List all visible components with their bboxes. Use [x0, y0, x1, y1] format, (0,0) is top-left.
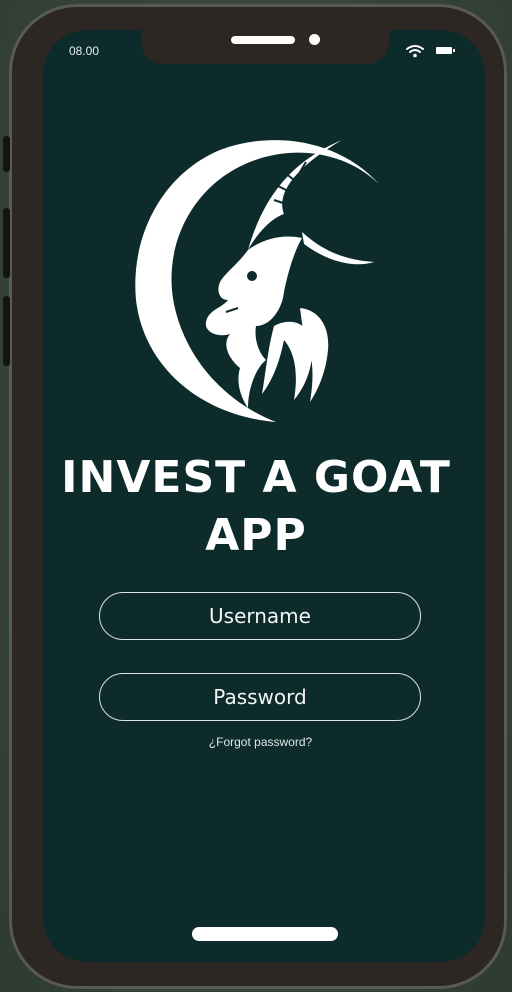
speaker-grille: [231, 36, 295, 44]
front-camera: [309, 34, 320, 45]
side-button-mute: [3, 136, 10, 172]
app-title-line-1: INVEST A GOAT: [61, 452, 451, 503]
password-field[interactable]: [99, 673, 421, 721]
app-title-line-2: APP: [205, 510, 307, 561]
goat-head-logo: [135, 140, 379, 422]
forgot-password-link[interactable]: ¿Forgot password?: [0, 735, 512, 749]
home-indicator[interactable]: [192, 927, 338, 941]
wifi-icon: [406, 45, 424, 58]
username-field[interactable]: [99, 592, 421, 640]
side-button-volume-up: [3, 208, 10, 278]
side-button-volume-down: [3, 296, 10, 366]
status-time: 08.00: [69, 44, 100, 58]
battery-icon: [436, 47, 455, 54]
